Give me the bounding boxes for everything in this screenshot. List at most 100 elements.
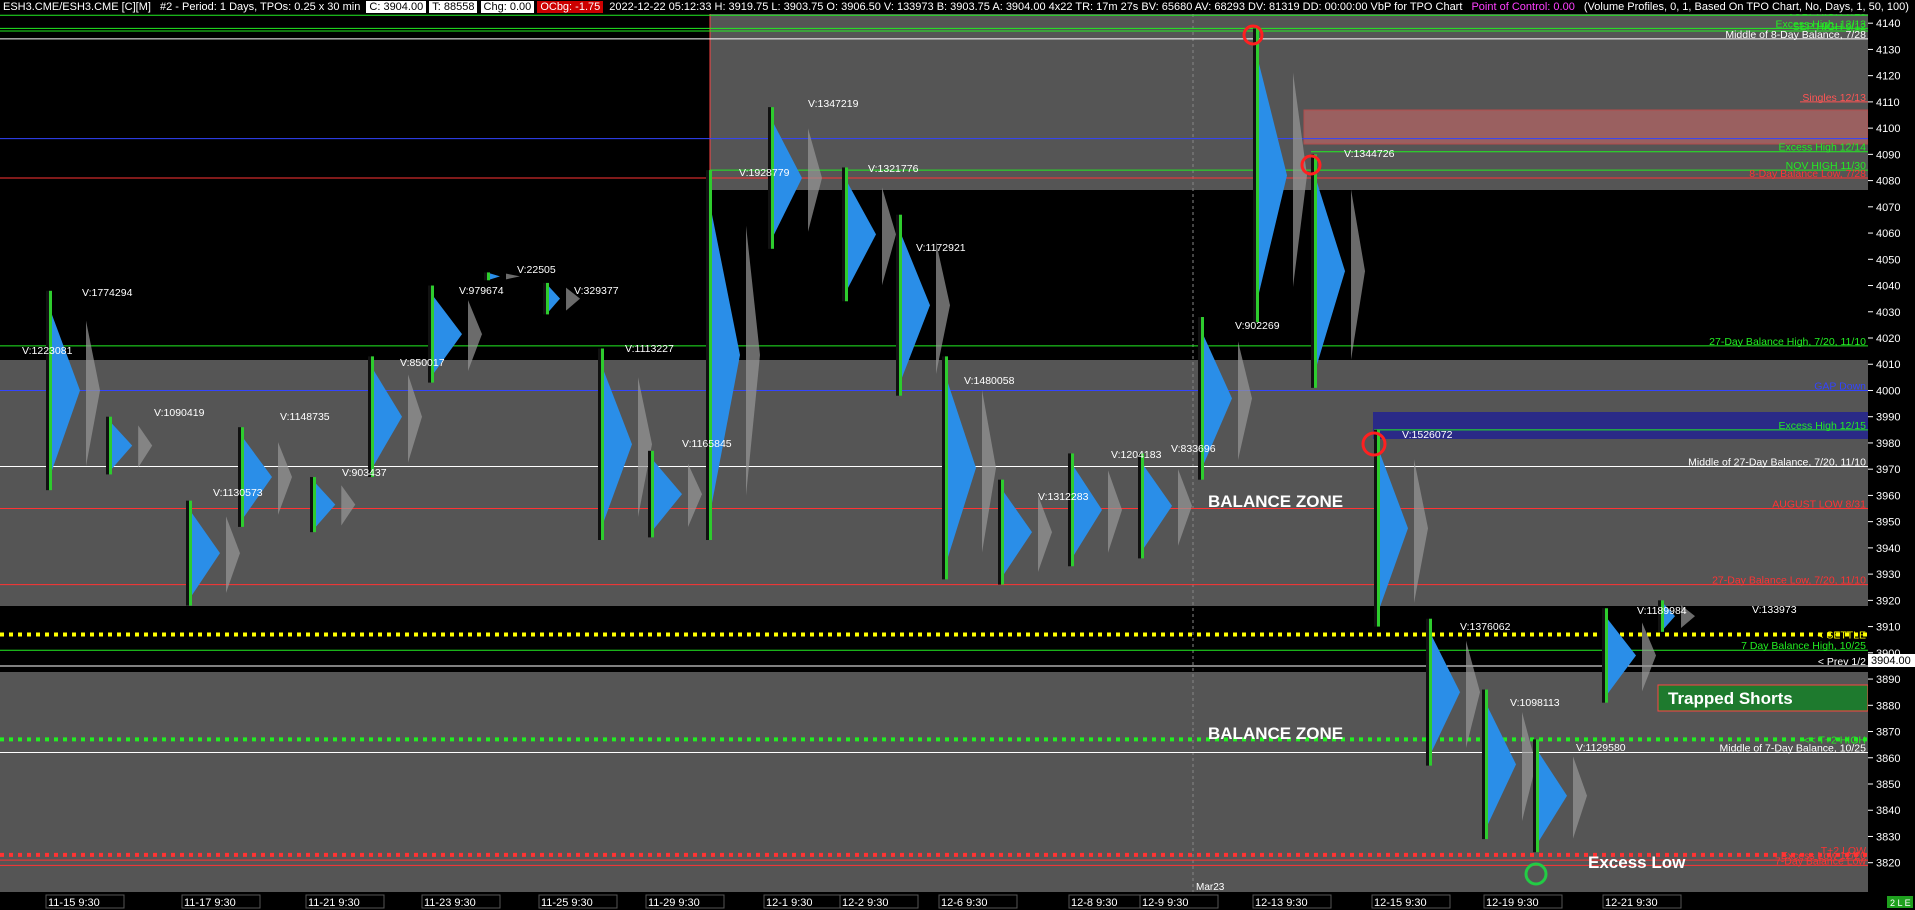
current-price-label: 3904.00 bbox=[1871, 655, 1911, 667]
price-tick-label: 4030 bbox=[1876, 307, 1900, 319]
price-tick-label: 4130 bbox=[1876, 44, 1900, 56]
time-tick-label: 11-23 9:30 bbox=[424, 897, 476, 909]
tpo-letters bbox=[109, 416, 112, 475]
tpo-spine bbox=[1138, 453, 1141, 559]
tpo-spine bbox=[46, 290, 49, 491]
volume-label: V:1172921 bbox=[916, 242, 966, 254]
time-tick-label: 11-21 9:30 bbox=[308, 897, 360, 909]
price-tick-label: 4060 bbox=[1876, 228, 1900, 240]
tpo-letters bbox=[1536, 739, 1539, 853]
price-tick-label: 3920 bbox=[1876, 595, 1900, 607]
period-label: #2 - Period: 1 Days, TPOs: 0.25 x 30 min bbox=[159, 1, 361, 13]
profile-settings: (Volume Profiles, 0, 1, Based On TPO Cha… bbox=[1583, 1, 1909, 13]
chart-header: ESH3.CME/ESH3.CME [C][M] #2 - Period: 1 … bbox=[0, 0, 1915, 14]
tpo-spine bbox=[842, 167, 845, 302]
volume-label: V:1165845 bbox=[682, 438, 732, 450]
reference-line-label: 7 Day Balance High, 10/25 bbox=[1741, 640, 1866, 652]
tpo-letters bbox=[651, 450, 654, 538]
time-axis: 11-15 9:30 11-17 9:30 11-21 9:30 11-23 9:30… bbox=[0, 892, 1915, 910]
reference-line-label: 27-Day Balance High, 7/20, 11/10 bbox=[1709, 336, 1866, 348]
price-tick-label: 4020 bbox=[1876, 333, 1900, 345]
volume-label: V:1098113 bbox=[1510, 697, 1560, 709]
time-tick-label: 11-15 9:30 bbox=[48, 897, 100, 909]
reference-line-label: 8-Day Balance Low, 7/28 bbox=[1749, 168, 1866, 180]
tpo-spine bbox=[942, 356, 945, 580]
balance-zone-lower-label: BALANCE ZONE bbox=[1208, 724, 1343, 743]
volume-label: V:1312283 bbox=[1038, 491, 1089, 503]
time-tick-label: 11-17 9:30 bbox=[184, 897, 236, 909]
time-tick-label: 12-15 9:30 bbox=[1374, 897, 1427, 909]
price-tick-label: 4110 bbox=[1876, 97, 1900, 109]
volume-label: V:1344726 bbox=[1344, 148, 1395, 160]
volume-label: V:1480058 bbox=[964, 375, 1015, 387]
price-tick-label: 4090 bbox=[1876, 149, 1900, 161]
balance-zone-upper-label: BALANCE ZONE bbox=[1208, 492, 1343, 511]
tpo-letters bbox=[546, 282, 549, 315]
tick-count: T: 88558 bbox=[429, 1, 478, 13]
price-tick-label: 4040 bbox=[1876, 281, 1900, 293]
tpo-spine bbox=[368, 356, 371, 478]
volume-label: V:133973 bbox=[1752, 604, 1797, 616]
price-axis: 3820383038403850386038703880389039003910… bbox=[1868, 14, 1915, 910]
time-tick-label: 12-9 9:30 bbox=[1142, 897, 1188, 909]
tpo-chart[interactable]: JULY HIGH 7/28Excess High, 12/13SEP HIGH… bbox=[0, 14, 1915, 910]
tpo-spine bbox=[706, 170, 709, 541]
volume-label: V:833696 bbox=[1171, 443, 1216, 455]
volume-label: V:1774294 bbox=[82, 287, 133, 299]
volume-label: V:850017 bbox=[400, 357, 445, 369]
price-tick-label: 3860 bbox=[1876, 753, 1900, 765]
price-tick-label: 3950 bbox=[1876, 517, 1900, 529]
tpo-letters bbox=[1071, 453, 1074, 567]
tpo-letters bbox=[1001, 479, 1004, 585]
volume-label: V:1148735 bbox=[280, 411, 330, 423]
tpo-letters bbox=[899, 214, 902, 396]
price-tick-label: 3960 bbox=[1876, 490, 1900, 502]
point-of-control: Point of Control: 0.00 bbox=[1471, 1, 1575, 13]
tpo-letters bbox=[1314, 154, 1317, 388]
time-tick-label: 12-8 9:30 bbox=[1071, 897, 1117, 909]
tpo-spine bbox=[1374, 429, 1377, 627]
ocbg-value: OCbg: -1.75 bbox=[537, 1, 604, 13]
tpo-letters bbox=[1201, 317, 1204, 480]
volume-label: V:1223081 bbox=[22, 345, 73, 357]
reference-line-label: Middle of 7-Day Balance, 10/25 bbox=[1719, 743, 1866, 755]
symbol-label: ESH3.CME/ESH3.CME [C][M] bbox=[3, 1, 151, 13]
tpo-letters bbox=[241, 427, 244, 527]
bar-stats: 2022-12-22 05:12:33 H: 3919.75 L: 3903.7… bbox=[609, 1, 1463, 13]
volume-label: V:1204183 bbox=[1111, 449, 1162, 461]
price-tick-label: 4100 bbox=[1876, 123, 1900, 135]
price-tick-label: 4000 bbox=[1876, 385, 1900, 397]
price-tick-label: 3940 bbox=[1876, 543, 1900, 555]
price-tick-label: 3830 bbox=[1876, 831, 1900, 843]
reference-line-label: 27-Day Balance Low, 7/20, 11/10 bbox=[1712, 575, 1866, 587]
reference-line-label: JULY HIGH 7/28 bbox=[1789, 14, 1866, 17]
tpo-letters bbox=[49, 290, 52, 491]
volume-label: V:903437 bbox=[342, 467, 387, 479]
volume-label: V:1376062 bbox=[1460, 621, 1511, 633]
corner-tag-label: 2 L E bbox=[1890, 898, 1911, 908]
reference-line-label: AUGUST LOW 8/31 bbox=[1772, 499, 1866, 511]
price-tick-label: 3870 bbox=[1876, 727, 1900, 739]
tpo-spine bbox=[598, 348, 601, 541]
tpo-spine bbox=[1426, 618, 1429, 766]
volume-label: V:1347219 bbox=[808, 98, 859, 110]
time-tick-label: 12-13 9:30 bbox=[1255, 897, 1308, 909]
tpo-spine bbox=[1482, 689, 1485, 840]
price-tick-label: 3880 bbox=[1876, 700, 1900, 712]
volume-label: V:1321776 bbox=[868, 163, 919, 175]
reference-line-label: Singles 12/13 bbox=[1802, 92, 1866, 104]
volume-label: V:979674 bbox=[459, 285, 504, 297]
tpo-spine bbox=[106, 416, 109, 475]
price-tick-label: 3910 bbox=[1876, 622, 1900, 634]
tpo-spine bbox=[1311, 154, 1314, 388]
price-tick-label: 3980 bbox=[1876, 438, 1900, 450]
tpo-letters bbox=[1429, 618, 1432, 766]
volume-label: V:329377 bbox=[574, 285, 619, 297]
volume-label: V:902269 bbox=[1235, 320, 1280, 332]
volume-label: V:1130573 bbox=[213, 487, 263, 499]
reference-line-label: Middle of 27-Day Balance, 7/20, 11/10 bbox=[1688, 457, 1866, 469]
tpo-spine bbox=[648, 450, 651, 538]
reference-line-label: 7-Day Balance Low bbox=[1775, 855, 1866, 867]
price-tick-label: 3840 bbox=[1876, 805, 1900, 817]
price-tick-label: 4120 bbox=[1876, 71, 1900, 83]
